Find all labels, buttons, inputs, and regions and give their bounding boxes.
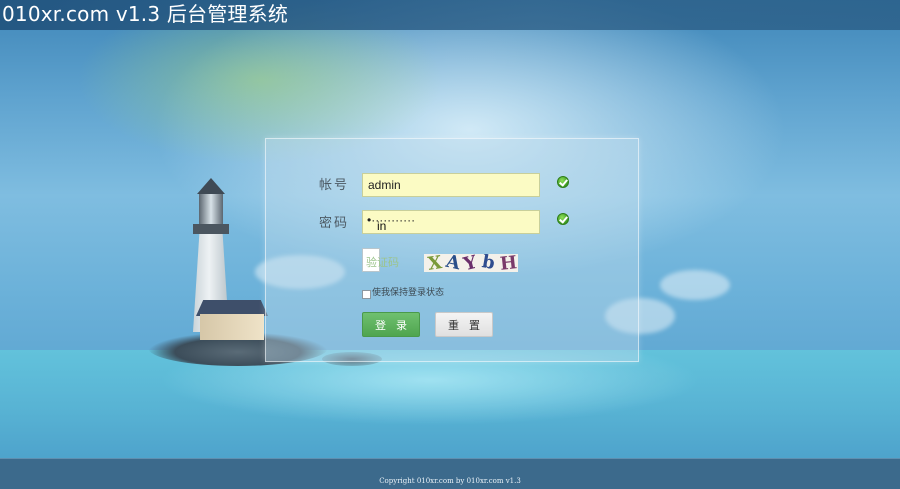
captcha-char: X bbox=[426, 254, 444, 272]
account-input[interactable]: admin bbox=[362, 173, 540, 197]
reset-button[interactable]: 重置 bbox=[435, 312, 493, 337]
login-button[interactable]: 登录 bbox=[362, 312, 420, 337]
sea-background bbox=[0, 350, 900, 458]
captcha-placeholder: 验证码 bbox=[366, 256, 399, 269]
password-autofill-text: in bbox=[377, 219, 387, 233]
copyright-text: Copyright 010xr.com by 010xr.com v1.3 bbox=[379, 477, 521, 485]
captcha-image[interactable]: X A Y b H bbox=[424, 254, 518, 272]
password-label: 密码 bbox=[319, 216, 350, 231]
remember-me-label: 使我保持登录状态 bbox=[372, 288, 445, 298]
footer-bar: Copyright 010xr.com by 010xr.com v1.3 bbox=[0, 458, 900, 489]
account-label: 帐号 bbox=[319, 178, 350, 193]
password-input[interactable]: •··········· in bbox=[362, 210, 540, 234]
account-valid-check-icon bbox=[557, 176, 569, 188]
remember-me-checkbox[interactable] bbox=[362, 290, 371, 299]
captcha-char: b bbox=[480, 254, 497, 272]
password-dots: •··········· bbox=[367, 213, 416, 227]
captcha-char: Y bbox=[461, 254, 480, 272]
lighthouse-lamp bbox=[199, 192, 223, 224]
top-header: 010xr.com v1.3 后台管理系统 bbox=[0, 0, 900, 30]
lighthouse-cap bbox=[197, 178, 225, 194]
keeper-house bbox=[200, 314, 264, 340]
password-valid-check-icon bbox=[557, 213, 569, 225]
captcha-char: H bbox=[498, 254, 518, 272]
app-title: 010xr.com v1.3 后台管理系统 bbox=[2, 2, 289, 26]
lighthouse-gallery bbox=[193, 224, 229, 234]
login-page: 010xr.com v1.3 后台管理系统 帐号 admin 密码 •·····… bbox=[0, 0, 900, 489]
captcha-char: A bbox=[444, 254, 463, 272]
cloud-right-far bbox=[660, 270, 730, 300]
